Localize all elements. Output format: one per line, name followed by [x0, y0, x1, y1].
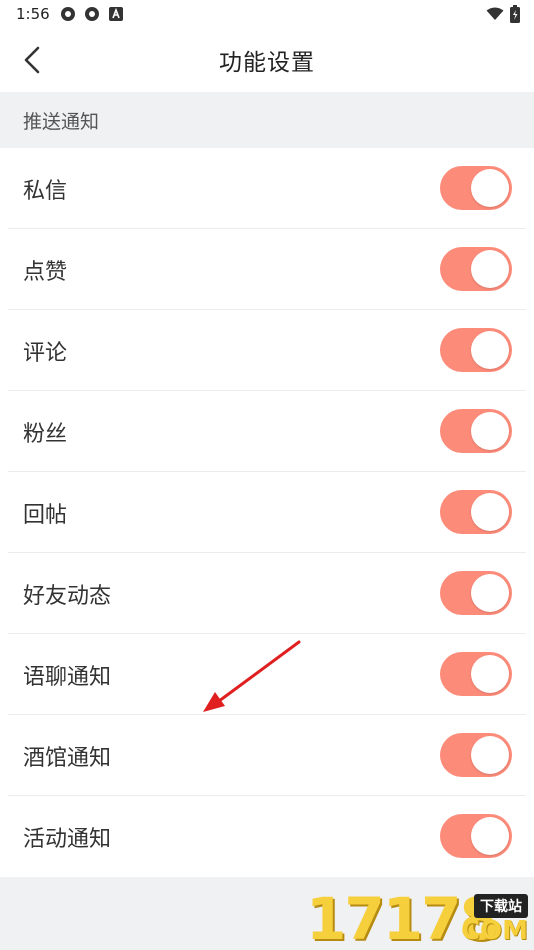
toggle-tavern[interactable]: [440, 733, 512, 777]
notification-a-icon: [108, 7, 123, 21]
toggle-private-message[interactable]: [440, 166, 512, 210]
settings-list: 私信 点赞 评论 粉丝 回帖 好友动态 语聊通知 酒馆通知 活动通知: [0, 148, 534, 877]
toggle-replies[interactable]: [440, 490, 512, 534]
setting-row-fans: 粉丝: [0, 391, 534, 472]
watermark-logo: 17178 下载站 COM: [304, 888, 534, 950]
setting-row-comments: 评论: [0, 310, 534, 391]
toggle-knob: [471, 655, 509, 693]
toggle-knob: [471, 412, 509, 450]
toggle-knob: [471, 250, 509, 288]
watermark-tag: 下载站: [474, 894, 528, 918]
notification-app-icon: [60, 7, 75, 21]
toggle-comments[interactable]: [440, 328, 512, 372]
section-header-push-notifications: 推送通知: [0, 92, 534, 148]
setting-label: 活动通知: [23, 826, 112, 852]
setting-label: 回帖: [23, 502, 68, 528]
setting-label: 语聊通知: [23, 664, 112, 690]
toggle-likes[interactable]: [440, 247, 512, 291]
toggle-knob: [471, 817, 509, 855]
toggle-events[interactable]: [440, 814, 512, 858]
toggle-knob: [471, 736, 509, 774]
setting-row-friend-activity: 好友动态: [0, 553, 534, 634]
nav-bar: 功能设置: [0, 28, 534, 92]
setting-label: 好友动态: [23, 583, 112, 609]
setting-row-tavern: 酒馆通知: [0, 715, 534, 796]
setting-label: 评论: [23, 340, 68, 366]
toggle-fans[interactable]: [440, 409, 512, 453]
status-bar: 1:56: [0, 0, 534, 28]
page-title: 功能设置: [219, 50, 315, 76]
toggle-knob: [471, 493, 509, 531]
toggle-knob: [471, 574, 509, 612]
battery-icon: [510, 5, 520, 23]
watermark-domain: COM: [460, 916, 528, 946]
status-right: [486, 5, 520, 23]
setting-row-replies: 回帖: [0, 472, 534, 553]
setting-row-likes: 点赞: [0, 229, 534, 310]
notification-app-icon-2: [84, 7, 99, 21]
setting-row-private-message: 私信: [0, 148, 534, 229]
toggle-knob: [471, 331, 509, 369]
toggle-voice-chat[interactable]: [440, 652, 512, 696]
wifi-icon: [486, 7, 504, 20]
status-time: 1:56: [16, 5, 50, 23]
setting-row-voice-chat: 语聊通知: [0, 634, 534, 715]
setting-label: 点赞: [23, 259, 68, 285]
toggle-knob: [471, 169, 509, 207]
setting-label: 酒馆通知: [23, 745, 112, 771]
toggle-friend-activity[interactable]: [440, 571, 512, 615]
setting-row-events: 活动通知: [0, 796, 534, 877]
setting-label: 私信: [23, 178, 68, 204]
setting-label: 粉丝: [23, 421, 68, 447]
back-arrow-icon[interactable]: [18, 44, 50, 76]
